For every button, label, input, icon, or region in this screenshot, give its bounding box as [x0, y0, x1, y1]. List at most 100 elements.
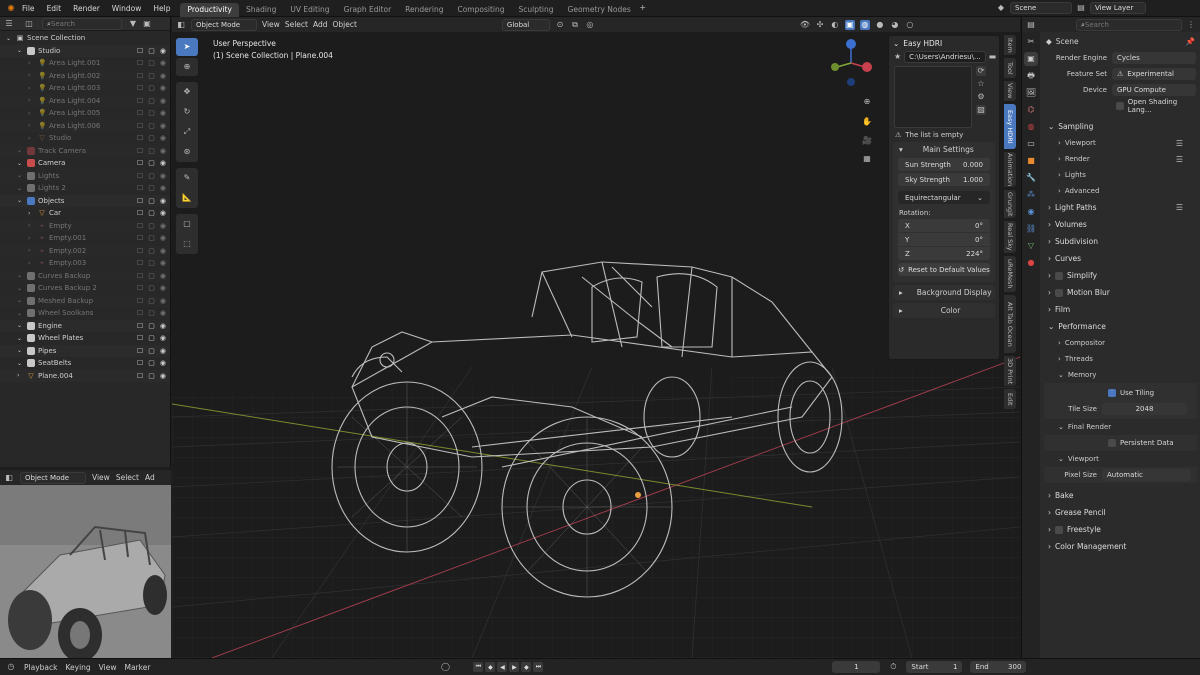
- viewport-visibility-icon[interactable]: ▢: [148, 197, 155, 205]
- scale-tool-icon[interactable]: ⤢: [176, 122, 198, 142]
- editor-type-icon[interactable]: ☰: [4, 19, 14, 29]
- jump-end-icon[interactable]: ⏭: [533, 662, 544, 672]
- timeline-menu-keying[interactable]: Keying: [65, 663, 90, 672]
- expand-chevron-icon[interactable]: ›: [28, 60, 36, 67]
- exclude-checkbox-icon[interactable]: ☐: [137, 109, 143, 117]
- solid-shading-icon[interactable]: ●: [875, 20, 885, 30]
- sampling-advanced-subpanel[interactable]: › Advanced: [1044, 183, 1200, 199]
- viewport-visibility-icon[interactable]: ▢: [148, 84, 155, 92]
- sidebar-tab-grungit[interactable]: Grungit: [1004, 190, 1016, 218]
- expand-chevron-icon[interactable]: ›: [28, 235, 36, 242]
- outliner-row[interactable]: › ⌖ Empty ☐ ▢ ◉: [0, 219, 170, 232]
- render-visibility-icon[interactable]: ◉: [160, 297, 166, 305]
- sidebar-tab-alt-tab-ocean[interactable]: Alt Tab Ocean: [1004, 295, 1016, 353]
- viewport-visibility-icon[interactable]: ▢: [148, 322, 155, 330]
- filter-icon[interactable]: ▼: [128, 19, 138, 29]
- viewport-visibility-icon[interactable]: ▢: [148, 259, 155, 267]
- subdivision-section[interactable]: › Subdivision: [1044, 233, 1200, 250]
- persistent-data-checkbox-box[interactable]: [1108, 439, 1116, 447]
- viewport-visibility-icon[interactable]: ▢: [148, 209, 155, 217]
- preview-menu-add[interactable]: Ad: [145, 473, 155, 482]
- workspace-tab-shading[interactable]: Shading: [239, 3, 283, 17]
- threads-subpanel[interactable]: › Threads: [1044, 351, 1200, 367]
- add-cube-tool-icon[interactable]: ▢: [176, 214, 198, 234]
- expand-chevron-icon[interactable]: ⌄: [6, 35, 14, 42]
- rotate-tool-icon[interactable]: ↻: [176, 102, 198, 122]
- collection-properties-icon[interactable]: ▭: [1024, 137, 1038, 151]
- preset-list-icon[interactable]: ☰: [1176, 139, 1183, 148]
- exclude-checkbox-icon[interactable]: ☐: [137, 47, 143, 55]
- tool-settings-icon[interactable]: ✂: [1024, 35, 1038, 49]
- render-visibility-icon[interactable]: ◉: [160, 159, 166, 167]
- viewport-visibility-icon[interactable]: ▢: [148, 147, 155, 155]
- viewport-visibility-icon[interactable]: ▢: [148, 359, 155, 367]
- measure-tool-icon[interactable]: 📐: [176, 188, 198, 208]
- current-frame-field[interactable]: 1: [832, 661, 881, 673]
- overlay-icon[interactable]: ◐: [830, 20, 840, 30]
- menu-window[interactable]: Window: [106, 0, 148, 17]
- output-properties-icon[interactable]: 🖶: [1024, 69, 1038, 83]
- expand-chevron-icon[interactable]: ⌄: [17, 285, 25, 292]
- timeline-menu-playback[interactable]: Playback: [24, 663, 57, 672]
- settings-menu-icon[interactable]: ⚙: [976, 92, 986, 102]
- render-engine-select[interactable]: Cycles: [1112, 52, 1196, 64]
- 3d-viewport[interactable]: ◧ Object Mode View Select Add Object Glo…: [172, 17, 1020, 658]
- sidebar-tab-easy-hdri[interactable]: Easy HDRI: [1004, 104, 1016, 149]
- viewport-visibility-icon[interactable]: ▢: [148, 97, 155, 105]
- timeline-menu-view[interactable]: View: [99, 663, 117, 672]
- outliner-row[interactable]: ⌄ Wheel Plates ☐ ▢ ◉: [0, 332, 170, 345]
- motion-blur-checkbox[interactable]: [1055, 288, 1063, 297]
- workspace-tab-uv-editing[interactable]: UV Editing: [283, 3, 336, 17]
- display-mode-icon[interactable]: ◫: [24, 19, 34, 29]
- exclude-checkbox-icon[interactable]: ☐: [137, 159, 143, 167]
- expand-chevron-icon[interactable]: ›: [28, 247, 36, 254]
- use-tiling-checkbox[interactable]: Use Tiling: [1044, 385, 1197, 401]
- exclude-checkbox-icon[interactable]: ☐: [137, 322, 143, 330]
- auto-keying-icon[interactable]: ◯: [440, 662, 450, 672]
- modifier-properties-icon[interactable]: 🔧: [1024, 171, 1038, 185]
- navigation-gizmo[interactable]: [827, 37, 875, 89]
- perf-viewport-subpanel[interactable]: ⌄ Viewport: [1044, 451, 1200, 467]
- render-visibility-icon[interactable]: ◉: [160, 122, 166, 130]
- workspace-tab-productivity[interactable]: Productivity: [180, 2, 239, 17]
- render-visibility-icon[interactable]: ◉: [160, 184, 166, 192]
- exclude-checkbox-icon[interactable]: ☐: [137, 59, 143, 67]
- transform-orientation[interactable]: Global: [501, 18, 550, 31]
- transform-tool-icon[interactable]: ⊛: [176, 142, 198, 162]
- render-visibility-icon[interactable]: ◉: [160, 309, 166, 317]
- workspace-tab-sculpting[interactable]: Sculpting: [511, 3, 560, 17]
- menu-object[interactable]: Object: [332, 20, 356, 29]
- exclude-checkbox-icon[interactable]: ☐: [137, 134, 143, 142]
- film-section[interactable]: › Film: [1044, 301, 1200, 318]
- render-visibility-icon[interactable]: ◉: [160, 147, 166, 155]
- sidebar-tab-3d-print[interactable]: 3D Print: [1004, 356, 1016, 386]
- refresh-icon[interactable]: ⟳: [976, 66, 986, 76]
- menu-edit[interactable]: Edit: [41, 0, 68, 17]
- cursor-tool-icon[interactable]: ⊕: [176, 58, 198, 76]
- expand-chevron-icon[interactable]: ›: [28, 97, 36, 104]
- sampling-render-subpanel[interactable]: › Render ☰: [1044, 151, 1200, 167]
- exclude-checkbox-icon[interactable]: ☐: [137, 72, 143, 80]
- osl-checkbox-box[interactable]: [1116, 102, 1124, 110]
- render-visibility-icon[interactable]: ◉: [160, 209, 166, 217]
- outliner-row[interactable]: › ⌖ Empty.003 ☐ ▢ ◉: [0, 257, 170, 270]
- render-visibility-icon[interactable]: ◉: [160, 322, 166, 330]
- object-properties-icon[interactable]: ■: [1024, 154, 1038, 168]
- camera-view-icon[interactable]: 🎥: [862, 132, 872, 150]
- grease-pencil-section[interactable]: › Grease Pencil: [1044, 504, 1200, 521]
- viewport-visibility-icon[interactable]: ▢: [148, 59, 155, 67]
- outliner-row[interactable]: ⌄ Meshed Backup ☐ ▢ ◉: [0, 294, 170, 307]
- exclude-checkbox-icon[interactable]: ☐: [137, 197, 143, 205]
- exclude-checkbox-icon[interactable]: ☐: [137, 347, 143, 355]
- viewport-visibility-icon[interactable]: ▢: [148, 159, 155, 167]
- start-frame-field[interactable]: Start 1: [906, 661, 963, 673]
- sidebar-tab-item[interactable]: Item: [1004, 35, 1016, 55]
- exclude-checkbox-icon[interactable]: ☐: [137, 222, 143, 230]
- physics-properties-icon[interactable]: ◉: [1024, 205, 1038, 219]
- sampling-viewport-subpanel[interactable]: › Viewport ☰: [1044, 135, 1200, 151]
- final-render-subpanel[interactable]: ⌄ Final Render: [1044, 419, 1200, 435]
- menu-file[interactable]: File: [16, 0, 41, 17]
- outliner-row[interactable]: ⌄ ▣ Scene Collection: [0, 32, 170, 45]
- expand-chevron-icon[interactable]: ⌄: [17, 172, 25, 179]
- sampling-section[interactable]: ⌄ Sampling: [1044, 118, 1200, 135]
